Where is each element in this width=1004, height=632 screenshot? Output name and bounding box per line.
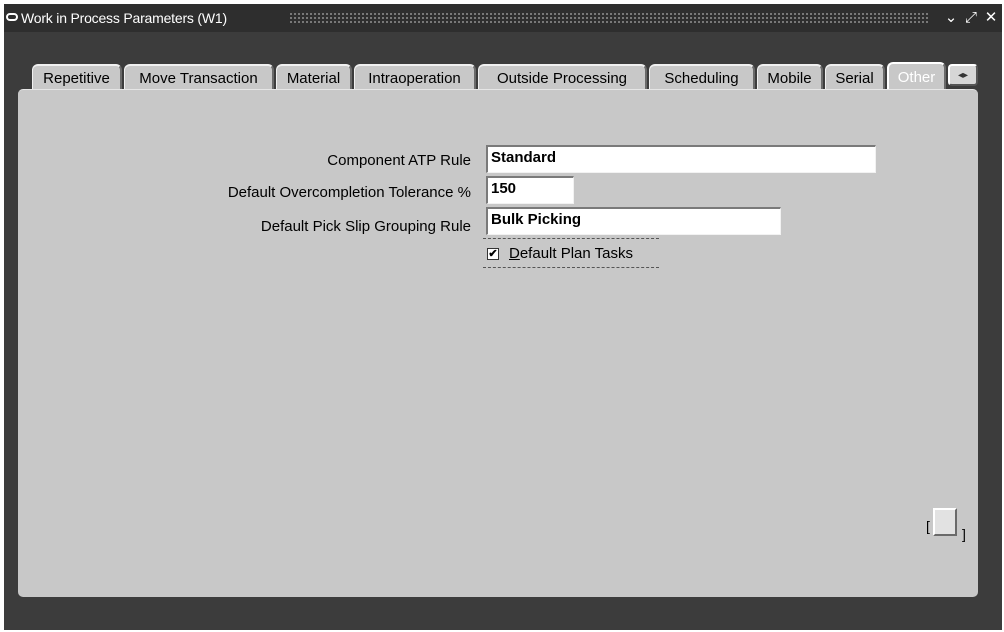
mnemonic-letter: D xyxy=(509,245,520,262)
tab-label: Mobile xyxy=(767,69,812,87)
overcompletion-tolerance-label: Default Overcompletion Tolerance % xyxy=(227,184,471,201)
close-icon[interactable]: ✕ xyxy=(982,9,1000,27)
flexfield-box[interactable] xyxy=(933,508,957,536)
tab-move-transaction[interactable]: Move Transaction xyxy=(124,64,274,90)
label-text: efault Plan Tasks xyxy=(519,245,633,262)
tab-label: Repetitive xyxy=(43,69,110,87)
overcompletion-tolerance-field[interactable]: 150 xyxy=(486,176,574,204)
tab-serial[interactable]: Serial xyxy=(825,64,885,90)
window-title: Work in Process Parameters (W1) xyxy=(21,10,227,26)
tab-label: Other xyxy=(897,68,936,86)
tab-label: Material xyxy=(286,69,341,87)
tab-material[interactable]: Material xyxy=(276,64,352,90)
title-bar-pattern xyxy=(289,12,929,24)
flexfield-open-bracket: [ xyxy=(926,518,930,534)
tab-scroll-arrows-icon[interactable]: ◂▸ xyxy=(948,64,978,86)
pick-slip-grouping-rule-label: Default Pick Slip Grouping Rule xyxy=(260,218,471,235)
tab-label: Serial xyxy=(835,69,874,87)
tab-scheduling[interactable]: Scheduling xyxy=(649,64,755,90)
tab-mobile[interactable]: Mobile xyxy=(757,64,823,90)
tab-other[interactable]: Other xyxy=(887,62,946,90)
window-menu-icon[interactable] xyxy=(6,13,18,21)
maximize-icon[interactable]: ⤢ xyxy=(962,9,980,27)
flexfield-close-bracket: ] xyxy=(962,526,966,542)
title-bar[interactable]: Work in Process Parameters (W1) ⌄ ⤢ ✕ xyxy=(4,4,1002,32)
tab-intraoperation[interactable]: Intraoperation xyxy=(354,64,476,90)
default-plan-tasks-checkbox[interactable]: ✔ xyxy=(487,248,499,260)
component-atp-rule-field[interactable]: Standard xyxy=(486,145,876,173)
tab-label: Outside Processing xyxy=(496,69,628,87)
descriptive-flexfield[interactable]: [ ] xyxy=(926,508,972,542)
tab-repetitive[interactable]: Repetitive xyxy=(32,64,122,90)
default-plan-tasks-label: Default Plan Tasks xyxy=(509,245,633,262)
tab-label: Intraoperation xyxy=(368,69,461,87)
minimize-icon[interactable]: ⌄ xyxy=(942,9,960,27)
tab-label: Scheduling xyxy=(664,69,739,87)
pick-slip-grouping-rule-field[interactable]: Bulk Picking xyxy=(486,207,781,235)
tab-label: Move Transaction xyxy=(139,69,258,87)
component-atp-rule-label: Component ATP Rule xyxy=(327,152,471,169)
tab-strip: Repetitive Move Transaction Material Int… xyxy=(26,62,981,90)
default-plan-tasks-row[interactable]: ✔ Default Plan Tasks xyxy=(483,238,659,268)
tab-outside-processing[interactable]: Outside Processing xyxy=(478,64,647,90)
